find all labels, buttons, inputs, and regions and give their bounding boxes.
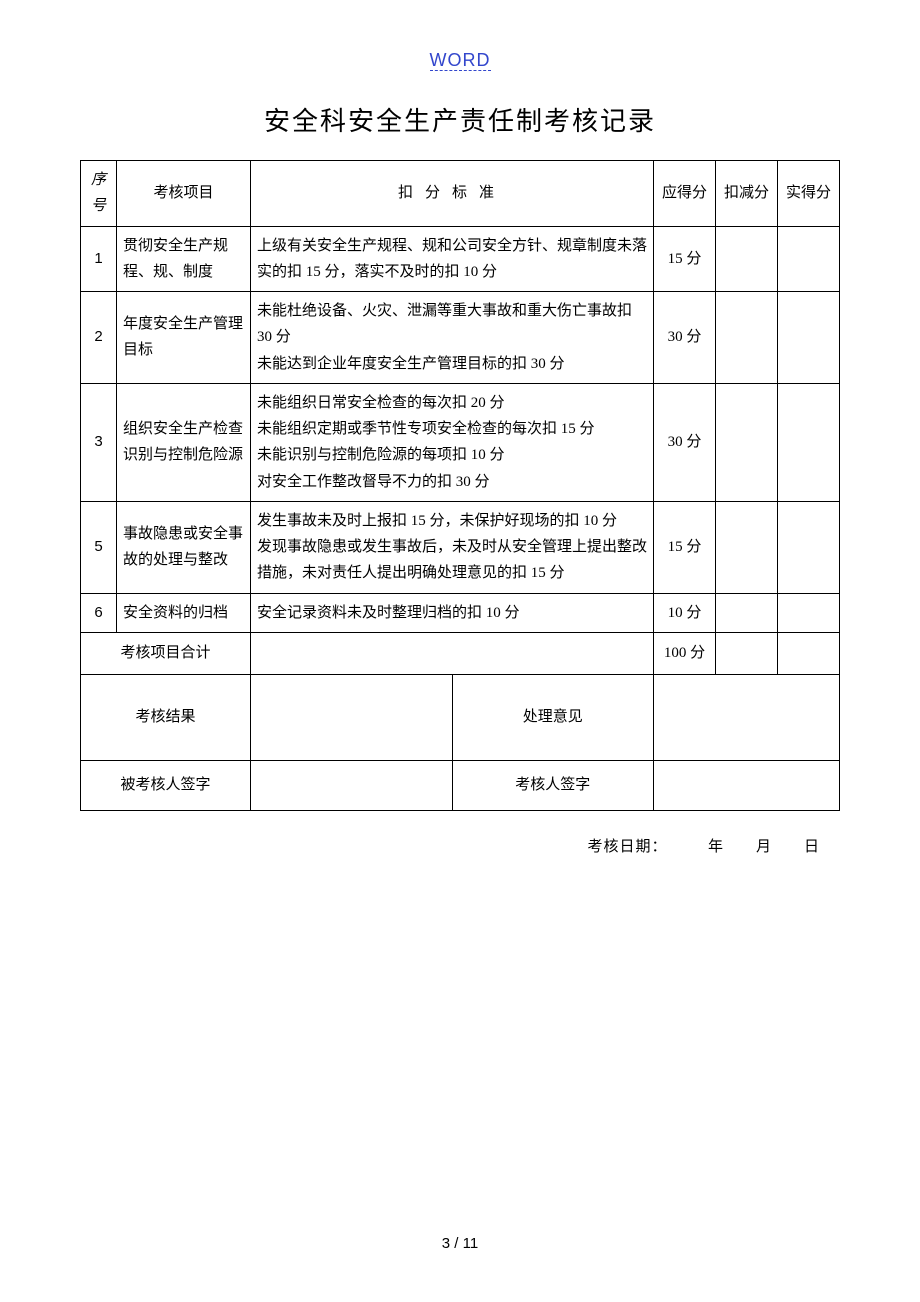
row-num: 2 bbox=[81, 292, 117, 384]
row-score: 30 分 bbox=[654, 292, 716, 384]
row-score: 30 分 bbox=[654, 383, 716, 501]
col-criteria-header: 扣分标准 bbox=[251, 161, 654, 227]
total-label: 考核项目合计 bbox=[81, 632, 251, 674]
opinion-blank bbox=[654, 674, 840, 760]
assessment-date: 考核日期： 年 月 日 bbox=[80, 835, 840, 856]
header-link: WORD bbox=[80, 50, 840, 71]
row-deduct bbox=[716, 292, 778, 384]
examinee-label: 被考核人签字 bbox=[81, 760, 251, 810]
total-blank bbox=[251, 632, 654, 674]
table-row: 6 安全资料的归档 安全记录资料未及时整理归档的扣 10 分 10 分 bbox=[81, 593, 840, 632]
col-item-header: 考核项目 bbox=[117, 161, 251, 227]
row-deduct bbox=[716, 593, 778, 632]
row-num: 5 bbox=[81, 501, 117, 593]
col-score-header: 应得分 bbox=[654, 161, 716, 227]
table-row: 3 组织安全生产检查识别与控制危险源 未能组织日常安全检查的每次扣 20 分 未… bbox=[81, 383, 840, 501]
row-score: 10 分 bbox=[654, 593, 716, 632]
table-row: 2 年度安全生产管理目标 未能杜绝设备、火灾、泄漏等重大事故和重大伤亡事故扣 3… bbox=[81, 292, 840, 384]
table-row: 5 事故隐患或安全事故的处理与整改 发生事故未及时上报扣 15 分，未保护好现场… bbox=[81, 501, 840, 593]
row-num: 3 bbox=[81, 383, 117, 501]
row-num: 6 bbox=[81, 593, 117, 632]
row-actual bbox=[778, 226, 840, 292]
row-item: 事故隐患或安全事故的处理与整改 bbox=[117, 501, 251, 593]
col-num-header: 序号 bbox=[81, 161, 117, 227]
page-number: 3 / 11 bbox=[0, 1235, 920, 1252]
row-deduct bbox=[716, 383, 778, 501]
row-criteria: 未能组织日常安全检查的每次扣 20 分 未能组织定期或季节性专项安全检查的每次扣… bbox=[251, 383, 654, 501]
result-blank bbox=[251, 674, 453, 760]
total-deduct bbox=[716, 632, 778, 674]
examiner-blank bbox=[654, 760, 840, 810]
row-criteria: 发生事故未及时上报扣 15 分，未保护好现场的扣 10 分 发现事故隐患或发生事… bbox=[251, 501, 654, 593]
row-score: 15 分 bbox=[654, 501, 716, 593]
row-actual bbox=[778, 593, 840, 632]
row-criteria: 上级有关安全生产规程、规和公司安全方针、规章制度未落实的扣 15 分，落实不及时… bbox=[251, 226, 654, 292]
row-criteria: 未能杜绝设备、火灾、泄漏等重大事故和重大伤亡事故扣 30 分 未能达到企业年度安… bbox=[251, 292, 654, 384]
row-deduct bbox=[716, 226, 778, 292]
examinee-blank bbox=[251, 760, 453, 810]
col-actual-header: 实得分 bbox=[778, 161, 840, 227]
total-row: 考核项目合计 100 分 bbox=[81, 632, 840, 674]
col-deduct-header: 扣减分 bbox=[716, 161, 778, 227]
result-row: 考核结果 处理意见 bbox=[81, 674, 840, 760]
examiner-label: 考核人签字 bbox=[452, 760, 654, 810]
row-score: 15 分 bbox=[654, 226, 716, 292]
opinion-label: 处理意见 bbox=[452, 674, 654, 760]
row-item: 安全资料的归档 bbox=[117, 593, 251, 632]
total-actual bbox=[778, 632, 840, 674]
assessment-table: 序号 考核项目 扣分标准 应得分 扣减分 实得分 1 贯彻安全生产规程、规、制度… bbox=[80, 160, 840, 811]
row-item: 组织安全生产检查识别与控制危险源 bbox=[117, 383, 251, 501]
signature-row: 被考核人签字 考核人签字 bbox=[81, 760, 840, 810]
row-actual bbox=[778, 383, 840, 501]
table-header-row: 序号 考核项目 扣分标准 应得分 扣减分 实得分 bbox=[81, 161, 840, 227]
page-title: 安全科安全生产责任制考核记录 bbox=[80, 101, 840, 138]
row-deduct bbox=[716, 501, 778, 593]
word-link[interactable]: WORD bbox=[430, 50, 491, 71]
row-item: 贯彻安全生产规程、规、制度 bbox=[117, 226, 251, 292]
result-label: 考核结果 bbox=[81, 674, 251, 760]
row-actual bbox=[778, 292, 840, 384]
table-row: 1 贯彻安全生产规程、规、制度 上级有关安全生产规程、规和公司安全方针、规章制度… bbox=[81, 226, 840, 292]
row-criteria: 安全记录资料未及时整理归档的扣 10 分 bbox=[251, 593, 654, 632]
row-item: 年度安全生产管理目标 bbox=[117, 292, 251, 384]
row-actual bbox=[778, 501, 840, 593]
total-score: 100 分 bbox=[654, 632, 716, 674]
row-num: 1 bbox=[81, 226, 117, 292]
